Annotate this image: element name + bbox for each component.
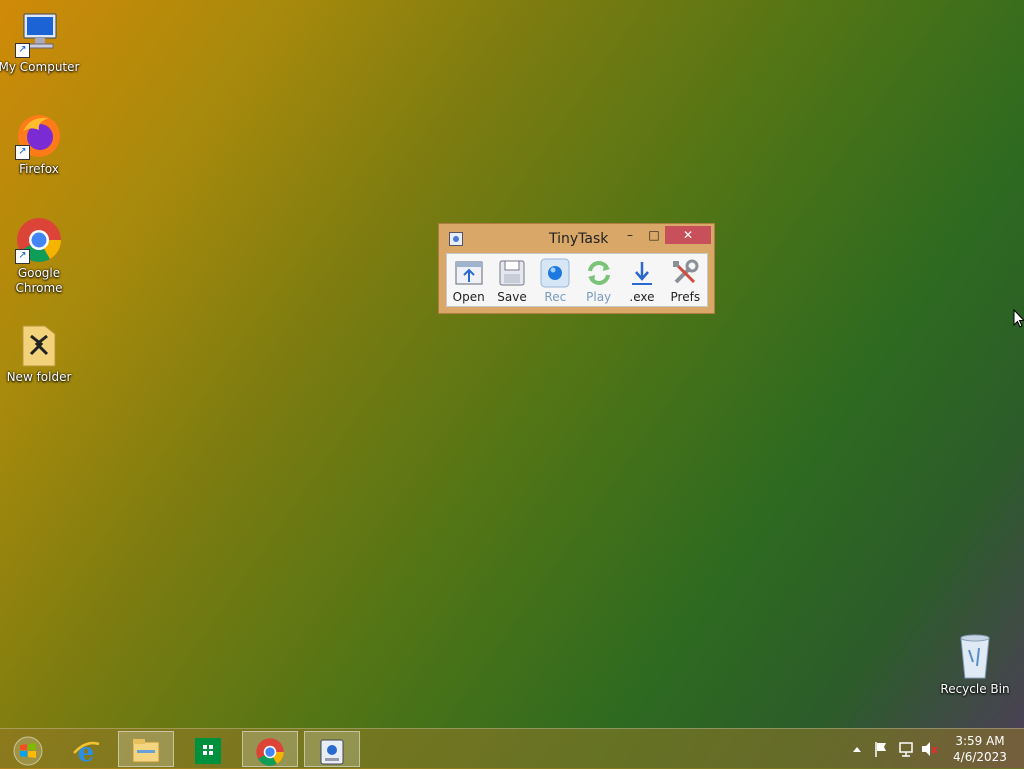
shortcut-arrow-icon: ↗	[15, 43, 30, 58]
action-center-flag-icon[interactable]	[873, 729, 889, 769]
play-icon	[587, 261, 610, 285]
tool-label: Prefs	[670, 290, 701, 304]
recycle-bin-icon	[951, 632, 999, 680]
tool-label: Open	[452, 290, 485, 304]
show-hidden-icons-icon[interactable]	[851, 729, 863, 769]
mouse-cursor-icon	[1013, 309, 1024, 328]
compile-exe-button[interactable]: .exe	[622, 258, 662, 304]
tool-label: Rec	[544, 290, 567, 304]
desktop-icon-recycle-bin[interactable]: Recycle Bin	[933, 632, 1017, 697]
desktop-icon-new-folder[interactable]: New folder	[0, 320, 81, 385]
clock-date: 4/6/2023	[953, 750, 1007, 764]
chrome-icon	[256, 738, 284, 766]
maximize-button[interactable]: □	[643, 226, 665, 244]
open-icon	[455, 261, 483, 285]
save-icon	[499, 260, 525, 286]
clock[interactable]: 3:59 AM 4/6/2023	[950, 733, 1010, 765]
shortcut-arrow-icon: ↗	[15, 145, 30, 160]
chrome-icon: ↗	[15, 216, 63, 264]
desktop-icon-google-chrome[interactable]: ↗ Google Chrome	[0, 216, 81, 296]
tinytask-window[interactable]: TinyTask – □ ✕ Open Save Rec Play .exe P…	[438, 223, 715, 314]
network-icon[interactable]	[897, 729, 915, 769]
shortcut-arrow-icon: ↗	[15, 249, 30, 264]
folder-icon	[15, 320, 63, 368]
taskbar-file-explorer[interactable]	[118, 731, 174, 767]
taskbar-store[interactable]	[180, 731, 236, 767]
tinytask-app-icon	[449, 232, 463, 246]
record-button[interactable]: Rec	[535, 258, 575, 304]
desktop-icon-my-computer[interactable]: ↗ My Computer	[0, 10, 81, 75]
record-icon	[540, 258, 570, 288]
taskbar-tinytask[interactable]	[304, 731, 360, 767]
taskbar: e 3:59 AM 4/6/2023	[0, 728, 1024, 769]
tinytask-icon	[320, 739, 344, 765]
prefs-icon	[673, 259, 699, 284]
tool-label: Play	[586, 290, 612, 304]
open-button[interactable]: Open	[449, 258, 489, 304]
file-explorer-icon	[132, 739, 160, 763]
desktop-icon-label: Google Chrome	[15, 266, 63, 295]
store-icon	[195, 738, 221, 764]
desktop-icon-label: New folder	[6, 370, 72, 384]
minimize-button[interactable]: –	[617, 226, 643, 244]
tool-label: Save	[497, 290, 527, 304]
desktop-icon-firefox[interactable]: ↗ Firefox	[0, 112, 81, 177]
play-button[interactable]: Play	[579, 258, 619, 304]
taskbar-internet-explorer[interactable]: e	[58, 731, 114, 767]
firefox-icon: ↗	[15, 112, 63, 160]
computer-icon: ↗	[15, 10, 63, 58]
tinytask-toolbar: Open Save Rec Play .exe Prefs	[446, 253, 708, 307]
start-icon	[13, 736, 43, 766]
save-button[interactable]: Save	[492, 258, 532, 304]
taskbar-chrome[interactable]	[242, 731, 298, 767]
clock-time: 3:59 AM	[955, 734, 1005, 748]
close-button[interactable]: ✕	[665, 226, 711, 244]
desktop-icon-label: My Computer	[0, 60, 80, 74]
tool-label: .exe	[629, 290, 655, 304]
desktop-icon-label: Firefox	[19, 162, 59, 176]
prefs-button[interactable]: Prefs	[665, 258, 705, 304]
internet-explorer-icon: e	[73, 738, 100, 766]
volume-muted-icon[interactable]	[920, 729, 940, 769]
start-button[interactable]	[0, 731, 56, 767]
desktop-icon-label: Recycle Bin	[940, 682, 1010, 696]
window-title: TinyTask	[549, 231, 609, 247]
compile-exe-icon	[631, 262, 652, 285]
